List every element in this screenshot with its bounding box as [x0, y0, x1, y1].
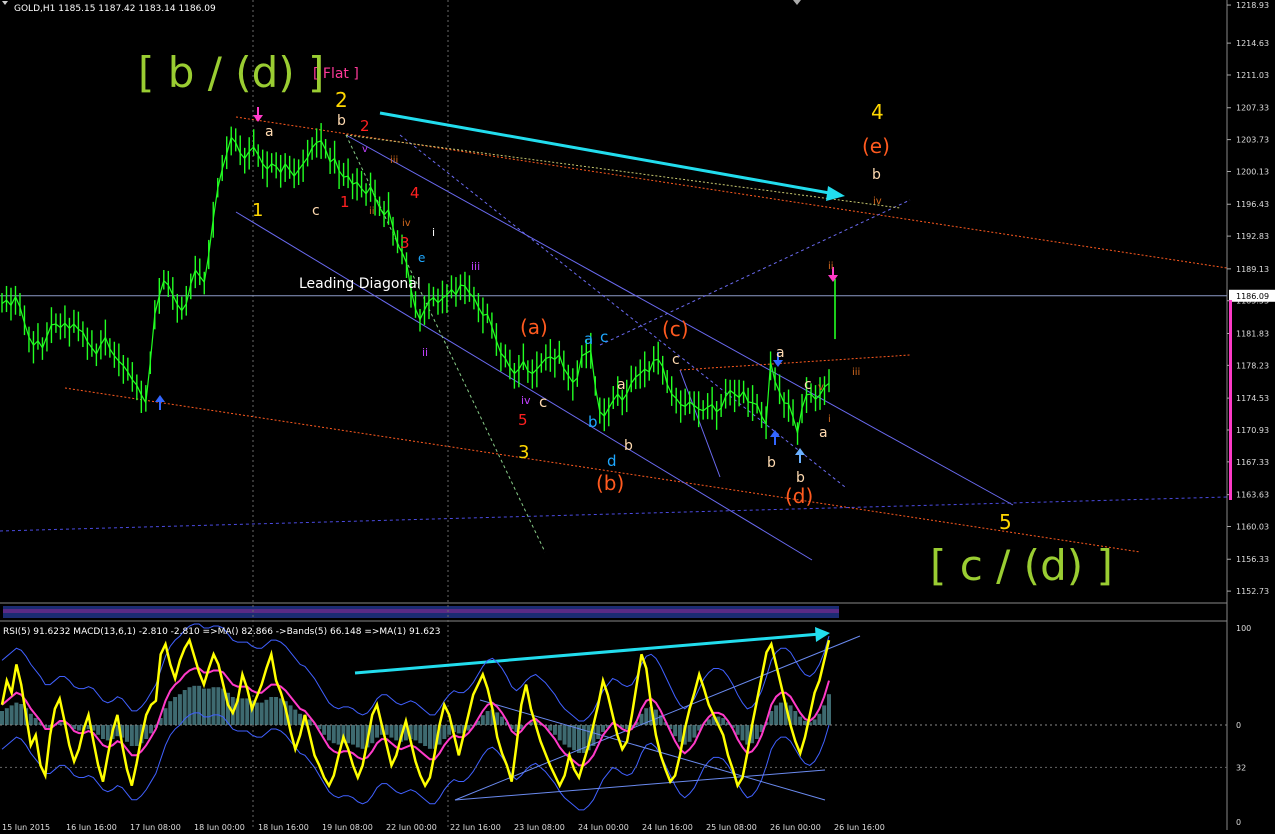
small-ii: v: [362, 144, 368, 155]
blue-b: a: [584, 330, 593, 348]
time-tick-label: 18 Jun 00:00: [194, 823, 245, 830]
wave-e: (e): [862, 134, 890, 158]
price-header: GOLD,H1 1185.15 1187.42 1183.14 1186.09: [14, 4, 216, 14]
small-iv: iii: [390, 155, 398, 166]
price-tick-label: 1200.13: [1236, 167, 1269, 176]
sub-a: c: [804, 377, 812, 393]
sub-a: a: [617, 377, 626, 393]
small-iii: ii: [369, 206, 375, 217]
roman-iv: iii: [471, 260, 480, 273]
bracket-label: [ b / (d) ]: [138, 48, 324, 97]
sub-b: b: [624, 438, 633, 454]
wave-4: 4: [871, 100, 884, 124]
chart-svg: [ b / (d) ][ Flat ] Leading Diagonal [ c /…: [0, 0, 1275, 832]
price-tick-label: 1211.03: [1236, 71, 1269, 80]
blue-c: b: [588, 413, 598, 431]
price-tick-label: 1174.53: [1236, 394, 1269, 403]
small-iv: iii: [852, 367, 860, 378]
time-tick-label: 25 Jun 08:00: [706, 823, 757, 830]
time-tick-label: 19 Jun 08:00: [322, 823, 373, 830]
wave-a: (a): [520, 315, 548, 339]
time-tick-label: 22 Jun 16:00: [450, 823, 501, 830]
indicator-tick-label: 100: [1236, 624, 1251, 633]
price-tick-label: 1152.73: [1236, 587, 1269, 596]
flat-label: [ Flat ]: [313, 66, 359, 82]
wave-5: 5: [999, 510, 1012, 534]
sub-c: c: [672, 352, 680, 368]
sub-b: c: [312, 203, 320, 219]
small-iii: ii: [828, 261, 834, 272]
wave-2: 2: [335, 88, 348, 112]
sub-a: b: [767, 455, 776, 471]
time-tick-label: 22 Jun 00:00: [386, 823, 437, 830]
roman-v: iv: [521, 394, 531, 407]
minor-3: 3: [400, 234, 410, 252]
wave-b: (b): [596, 471, 624, 495]
roman-ii: i: [432, 226, 435, 239]
wave-1: 1: [252, 200, 263, 221]
roman-iii: ii: [422, 346, 428, 359]
current-price-label: 1186.09: [1236, 292, 1269, 301]
time-tick-label: 15 Jun 2015: [2, 823, 50, 830]
leading-diagonal-label: Leading Diagonal: [299, 276, 421, 292]
price-tick-label: 1192.83: [1236, 232, 1269, 241]
blue-d: c: [600, 328, 608, 346]
small-ii: i: [828, 414, 831, 425]
minor-4: 4: [410, 184, 420, 202]
time-tick-label: 18 Jun 16:00: [258, 823, 309, 830]
price-tick-label: 1170.93: [1236, 426, 1269, 435]
time-tick-label: 26 Jun 16:00: [834, 823, 885, 830]
price-tick-label: 1163.63: [1236, 491, 1269, 500]
time-tick-label: 26 Jun 00:00: [770, 823, 821, 830]
minor-2: 2: [360, 117, 370, 135]
minor-5: 5: [518, 411, 528, 429]
wave-d: (d): [785, 484, 813, 508]
blue-a: c: [539, 393, 547, 411]
price-tick-label: 1196.43: [1236, 200, 1269, 209]
sub-a: a: [265, 124, 274, 140]
price-tick-label: 1207.33: [1236, 104, 1269, 113]
small-v: iv: [402, 218, 411, 229]
price-tick-label: 1189.13: [1236, 265, 1269, 274]
price-tick-label: 1203.73: [1236, 136, 1269, 145]
roman-i: e: [418, 251, 425, 265]
price-tick-label: 1214.63: [1236, 39, 1269, 48]
sub-c: b: [796, 470, 805, 486]
price-tick-label: 1178.23: [1236, 361, 1269, 370]
price-range-bar: [1229, 300, 1232, 500]
price-tick-label: 1160.03: [1236, 522, 1269, 531]
price-tick-label: 1156.33: [1236, 555, 1269, 564]
blue-e: d: [607, 452, 617, 470]
indicator-tick-label: 0: [1236, 721, 1241, 730]
wave-3: 3: [518, 442, 529, 463]
time-tick-label: 17 Jun 08:00: [130, 823, 181, 830]
price-tick-label: 1218.93: [1236, 1, 1269, 10]
indicator-tick-label: 32: [1236, 763, 1246, 772]
price-tick-label: 1167.33: [1236, 458, 1269, 467]
time-tick-label: 16 Jun 16:00: [66, 823, 117, 830]
price-tick-label: 1181.83: [1236, 329, 1269, 338]
time-tick-label: 24 Jun 00:00: [578, 823, 629, 830]
indicator-header: RSI(5) 91.6232 MACD(13,6,1) -2.810 -2.81…: [3, 627, 440, 637]
time-tick-label: 23 Jun 08:00: [514, 823, 565, 830]
small-v: iv: [873, 196, 882, 207]
sub-b: a: [776, 345, 785, 361]
minor-1: 1: [340, 193, 350, 211]
chart-canvas: [ b / (d) ][ Flat ] Leading Diagonal [ c /…: [0, 0, 1275, 832]
sub-c: b: [337, 113, 346, 129]
small-i: v: [818, 382, 824, 393]
bracket-label: [ c / (d) ]: [930, 541, 1113, 590]
sub-b: a: [819, 425, 828, 441]
wave-c: (c): [662, 317, 689, 341]
sub-c: b: [872, 167, 881, 183]
indicator-tick-label: 0: [1236, 818, 1241, 827]
mini-band-purple: [3, 609, 839, 613]
time-tick-label: 24 Jun 16:00: [642, 823, 693, 830]
